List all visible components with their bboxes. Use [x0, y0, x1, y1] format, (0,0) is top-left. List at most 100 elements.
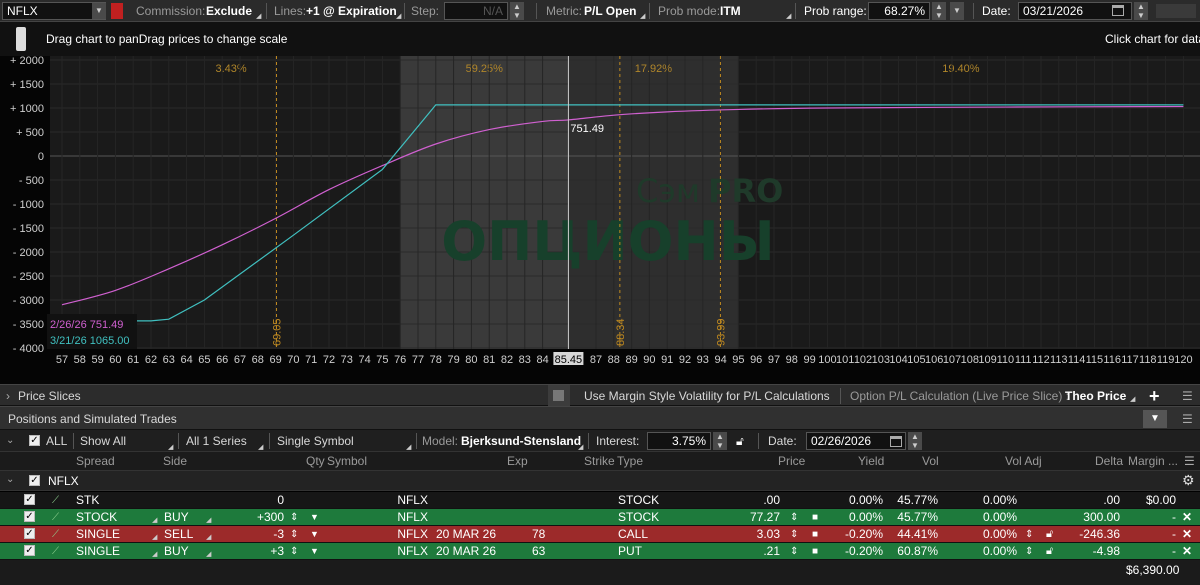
expand-chevron-icon[interactable]: ›: [6, 385, 10, 407]
cell-price[interactable]: 3.03: [706, 526, 780, 543]
price-lock-icon[interactable]: ■: [812, 543, 818, 560]
voladj-spinner-icon[interactable]: ⇕: [1025, 543, 1033, 560]
metric-dropdown-icon[interactable]: ◢: [640, 12, 645, 20]
cell-spread[interactable]: SINGLE: [76, 543, 120, 560]
col-symbol[interactable]: Symbol: [327, 452, 367, 471]
symbol-dropdown-icon[interactable]: ▼: [92, 3, 106, 19]
cell-price[interactable]: .00: [706, 492, 780, 509]
qty-spinner-icon[interactable]: ⇕: [290, 526, 298, 543]
margin-vol-toggle[interactable]: [548, 385, 570, 406]
qty-spinner-icon[interactable]: ⇕: [290, 509, 298, 526]
price-spinner-icon[interactable]: ⇕: [790, 526, 798, 543]
calendar-icon[interactable]: [1112, 5, 1124, 16]
qty-dropdown-icon[interactable]: ▼: [310, 526, 319, 543]
cell-qty[interactable]: +300: [220, 509, 284, 526]
price-slices-title[interactable]: Price Slices: [18, 385, 81, 407]
interest-input[interactable]: 3.75%: [647, 432, 711, 450]
lock-icon[interactable]: 🔓︎: [736, 430, 744, 452]
lines-value[interactable]: +1 @ Expiration: [306, 0, 397, 22]
table-row[interactable]: ✓ ⟋ STK 0 NFLX STOCK .00 0.00% 45.77% 0.…: [0, 492, 1200, 509]
col-margin[interactable]: Margin ...: [1128, 452, 1178, 471]
interest-spinner-icon[interactable]: ▲ ▼: [713, 432, 727, 450]
select-all-checkbox[interactable]: ✓: [29, 435, 40, 446]
metric-value[interactable]: P/L Open: [584, 0, 636, 22]
add-icon[interactable]: +: [1149, 385, 1160, 407]
col-exp[interactable]: Exp: [507, 452, 528, 471]
price-lock-icon[interactable]: ■: [812, 526, 818, 543]
prob-range-spinner-icon[interactable]: ▲ ▼: [932, 2, 946, 20]
collapse-all-icon[interactable]: ⌄: [6, 430, 14, 452]
cell-spread[interactable]: STOCK: [76, 509, 117, 526]
prob-range-input[interactable]: 68.27%: [868, 2, 930, 20]
prob-mode-value[interactable]: ITM: [720, 0, 741, 22]
cell-vol-adj[interactable]: 0.00%: [960, 509, 1017, 526]
cell-side[interactable]: BUY: [164, 543, 189, 560]
voladj-lock-icon[interactable]: 🔓︎: [1046, 526, 1053, 543]
menu-icon[interactable]: ☰: [1182, 385, 1193, 407]
row-checkbox[interactable]: ✓: [24, 545, 35, 556]
col-price[interactable]: Price: [778, 452, 805, 471]
col-vol-adj[interactable]: Vol Adj: [1005, 452, 1042, 471]
cell-side[interactable]: SELL: [164, 526, 193, 543]
group-row[interactable]: ⌄ ✓ NFLX ⚙: [0, 471, 1200, 491]
pl-chart[interactable]: 3.43% 59.25% 17.92% 19.40% Сэм PRO ОПЦИОНЫ …: [0, 56, 1200, 386]
model-dropdown-icon[interactable]: ◢: [578, 443, 583, 451]
cell-side[interactable]: BUY: [164, 509, 189, 526]
col-strike[interactable]: Strike: [584, 452, 615, 471]
show-all-select[interactable]: Show All: [80, 430, 126, 452]
settings-gear-icon[interactable]: ⚙: [1182, 472, 1195, 489]
cell-strike[interactable]: 63: [532, 543, 545, 560]
toolbar-overflow[interactable]: [1156, 4, 1196, 18]
col-type[interactable]: Type: [617, 452, 643, 471]
positions-menu-icon[interactable]: ☰: [1182, 407, 1193, 431]
pos-calendar-icon[interactable]: [890, 436, 902, 447]
remove-row-icon[interactable]: ✕: [1182, 526, 1192, 543]
columns-menu-icon[interactable]: ☰: [1184, 452, 1195, 471]
cell-type[interactable]: PUT: [618, 543, 642, 560]
single-symbol-select[interactable]: Single Symbol: [277, 430, 354, 452]
price-spinner-icon[interactable]: ⇕: [790, 543, 798, 560]
cell-qty[interactable]: 0: [220, 492, 284, 509]
cell-type[interactable]: STOCK: [618, 509, 659, 526]
row-checkbox[interactable]: ✓: [24, 528, 35, 539]
cell-strike[interactable]: 78: [532, 526, 545, 543]
cell-type[interactable]: CALL: [618, 526, 648, 543]
row-checkbox[interactable]: ✓: [24, 511, 35, 522]
pos-date-spinner-icon[interactable]: ▲ ▼: [908, 432, 922, 450]
prob-mode-dropdown-icon[interactable]: ◢: [786, 12, 791, 20]
group-collapse-icon[interactable]: ⌄: [6, 474, 14, 485]
flag-icon[interactable]: [111, 3, 123, 19]
table-row[interactable]: ✓ ⟋ SINGLE ◢ SELL ◢ -3 ⇕ ▼ NFLX 20 MAR 26…: [0, 526, 1200, 543]
col-vol[interactable]: Vol: [922, 452, 939, 471]
commission-dropdown-icon[interactable]: ◢: [256, 12, 261, 20]
date-spinner-icon[interactable]: ▲ ▼: [1134, 2, 1148, 20]
step-input[interactable]: N/A: [444, 2, 508, 20]
cell-qty[interactable]: +3: [220, 543, 284, 560]
col-delta[interactable]: Delta: [1095, 452, 1123, 471]
cell-exp[interactable]: 20 MAR 26: [436, 543, 496, 560]
cell-price[interactable]: .21: [706, 543, 780, 560]
single-symbol-dropdown-icon[interactable]: ◢: [406, 443, 411, 451]
voladj-lock-icon[interactable]: 🔓︎: [1046, 543, 1053, 560]
cell-vol-adj[interactable]: 0.00%: [960, 526, 1017, 543]
prob-range-dropdown-icon[interactable]: ▼: [950, 2, 964, 20]
cell-spread[interactable]: STK: [76, 492, 99, 509]
cell-vol-adj[interactable]: 0.00%: [960, 543, 1017, 560]
cell-vol-adj[interactable]: 0.00%: [960, 492, 1017, 509]
cell-qty[interactable]: -3: [220, 526, 284, 543]
pl-calc-value[interactable]: Theo Price: [1065, 385, 1126, 407]
pl-chart-svg[interactable]: 3.43% 59.25% 17.92% 19.40% Сэм PRO ОПЦИОНЫ …: [0, 56, 1200, 386]
cell-type[interactable]: STOCK: [618, 492, 659, 509]
qty-spinner-icon[interactable]: ⇕: [290, 543, 298, 560]
price-spinner-icon[interactable]: ⇕: [790, 509, 798, 526]
show-all-dropdown-icon[interactable]: ◢: [168, 443, 173, 451]
pan-handle-icon[interactable]: [16, 27, 26, 51]
model-value[interactable]: Bjerksund-Stensland: [461, 430, 581, 452]
col-spread[interactable]: Spread: [76, 452, 115, 471]
step-spinner-icon[interactable]: ▲ ▼: [510, 2, 524, 20]
remove-row-icon[interactable]: ✕: [1182, 543, 1192, 560]
col-qty[interactable]: Qty: [306, 452, 325, 471]
cell-price[interactable]: 77.27: [706, 509, 780, 526]
table-row[interactable]: ✓ ⟋ STOCK ◢ BUY ◢ +300 ⇕ ▼ NFLX STOCK 77.…: [0, 509, 1200, 526]
toggle-checkbox-icon[interactable]: [553, 390, 564, 401]
